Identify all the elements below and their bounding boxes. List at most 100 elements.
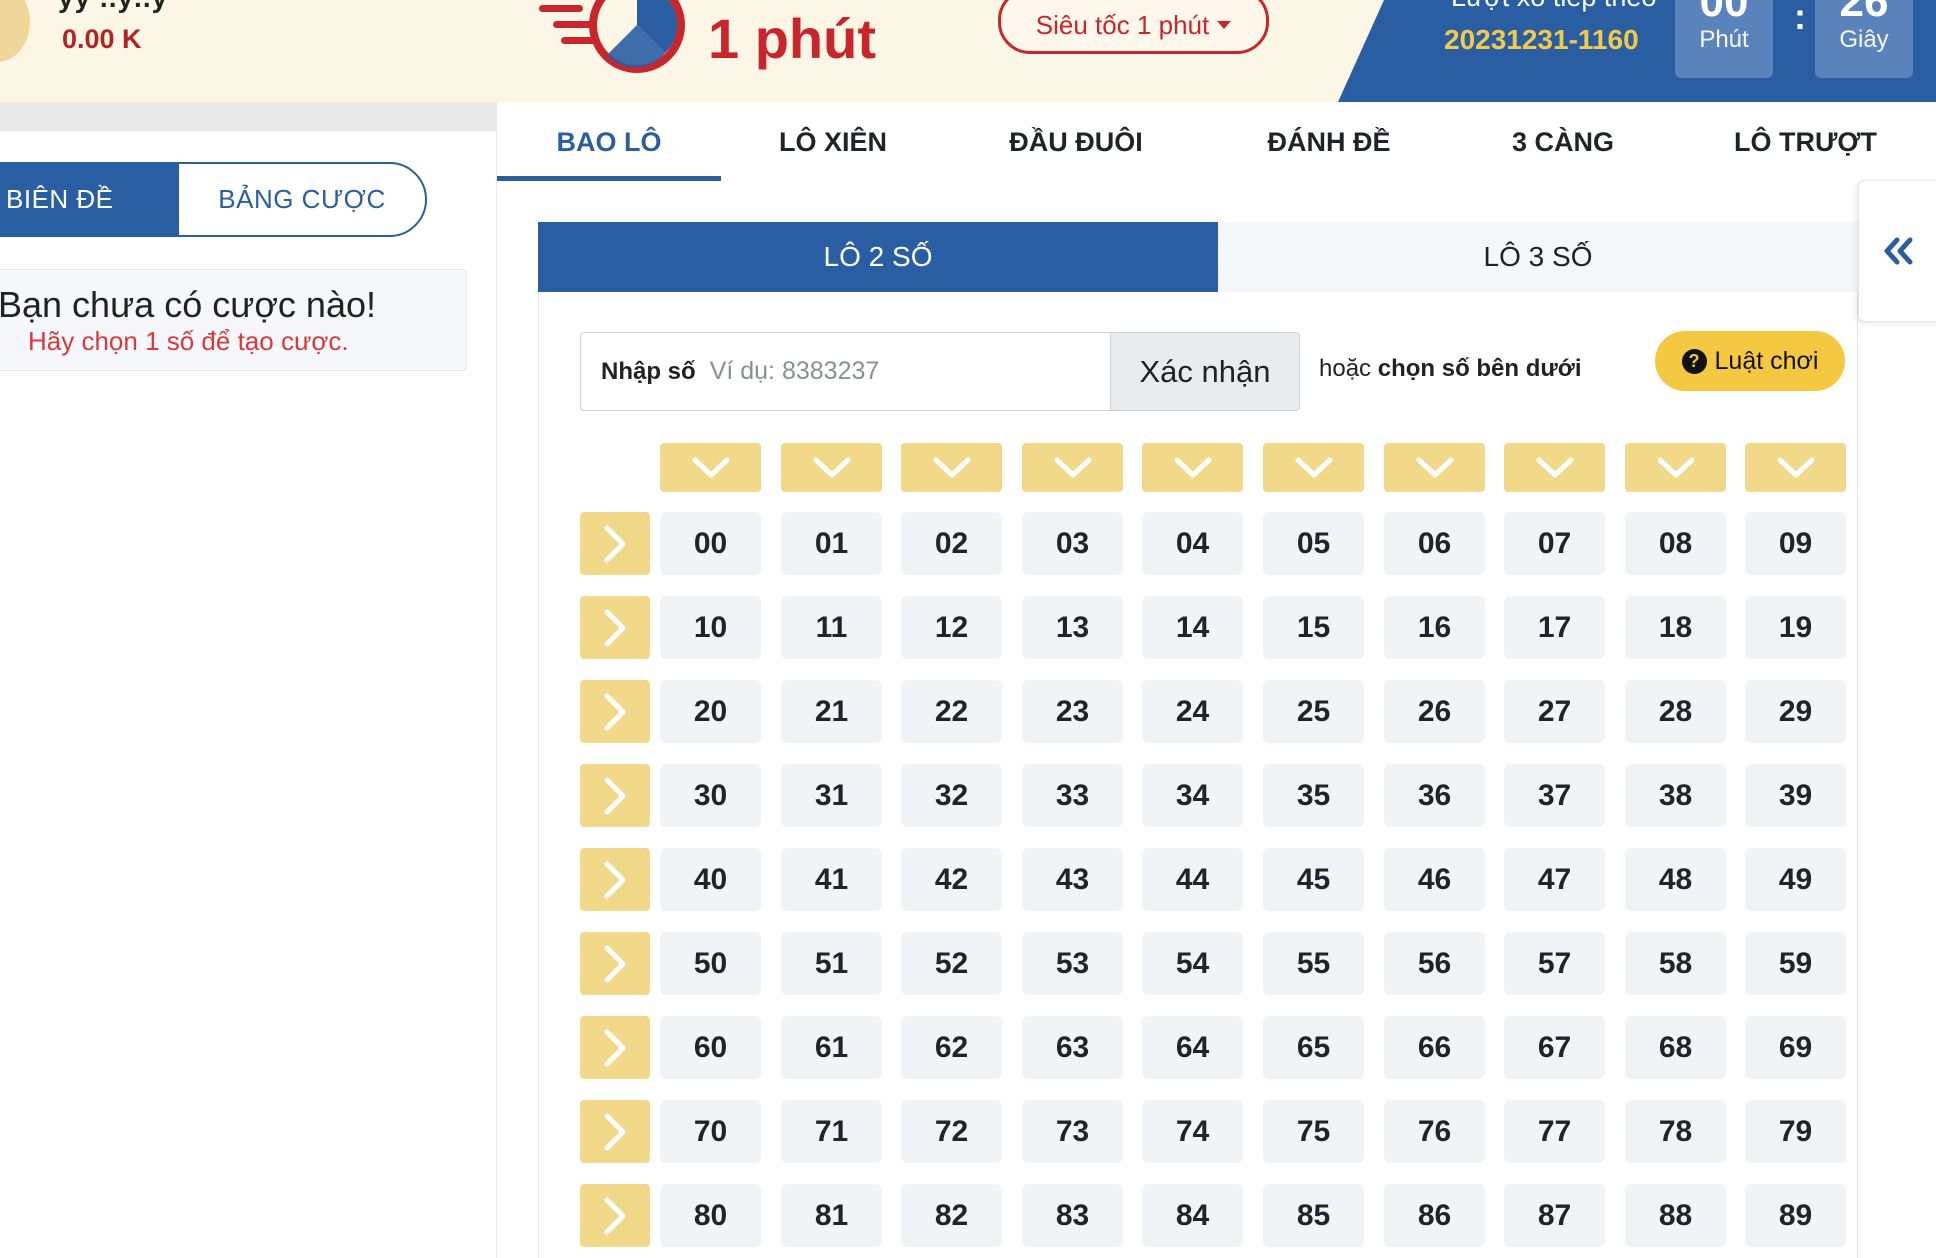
number-cell[interactable]: 84 (1142, 1184, 1243, 1247)
number-cell[interactable]: 31 (781, 764, 882, 827)
select-row-button[interactable] (580, 932, 650, 995)
select-column-button[interactable] (1022, 443, 1123, 492)
number-cell[interactable]: 71 (781, 1100, 882, 1163)
select-row-button[interactable] (580, 1016, 650, 1079)
number-cell[interactable]: 10 (660, 596, 761, 659)
number-cell[interactable]: 18 (1625, 596, 1726, 659)
number-cell[interactable]: 77 (1504, 1100, 1605, 1163)
select-column-button[interactable] (1142, 443, 1243, 492)
number-cell[interactable]: 08 (1625, 512, 1726, 575)
select-column-button[interactable] (1504, 443, 1605, 492)
number-cell[interactable]: 54 (1142, 932, 1243, 995)
number-cell[interactable]: 39 (1745, 764, 1846, 827)
select-row-button[interactable] (580, 596, 650, 659)
number-cell[interactable]: 43 (1022, 848, 1123, 911)
select-column-button[interactable] (781, 443, 882, 492)
number-cell[interactable]: 15 (1263, 596, 1364, 659)
number-cell[interactable]: 75 (1263, 1100, 1364, 1163)
select-column-button[interactable] (1263, 443, 1364, 492)
select-row-button[interactable] (580, 1184, 650, 1247)
select-row-button[interactable] (580, 764, 650, 827)
tab-3-cang[interactable]: 3 CÀNG (1451, 103, 1675, 181)
number-cell[interactable]: 07 (1504, 512, 1605, 575)
number-cell[interactable]: 73 (1022, 1100, 1123, 1163)
number-cell[interactable]: 16 (1384, 596, 1485, 659)
number-cell[interactable]: 03 (1022, 512, 1123, 575)
number-cell[interactable]: 26 (1384, 680, 1485, 743)
tab-bao-lo[interactable]: BAO LÔ (497, 103, 721, 181)
number-cell[interactable]: 78 (1625, 1100, 1726, 1163)
tab-bien-de[interactable]: BIÊN ĐỀ (0, 164, 179, 235)
number-cell[interactable]: 32 (901, 764, 1002, 827)
number-cell[interactable]: 30 (660, 764, 761, 827)
rules-button[interactable]: ? Luật chơi (1655, 331, 1845, 391)
number-cell[interactable]: 12 (901, 596, 1002, 659)
tab-lo-truot[interactable]: LÔ TRƯỢT (1675, 103, 1936, 181)
number-cell[interactable]: 34 (1142, 764, 1243, 827)
select-row-button[interactable] (580, 848, 650, 911)
number-cell[interactable]: 00 (660, 512, 761, 575)
number-cell[interactable]: 25 (1263, 680, 1364, 743)
number-cell[interactable]: 35 (1263, 764, 1364, 827)
number-cell[interactable]: 64 (1142, 1016, 1243, 1079)
number-cell[interactable]: 79 (1745, 1100, 1846, 1163)
select-column-button[interactable] (1745, 443, 1846, 492)
speed-select[interactable]: Siêu tốc 1 phút (998, 0, 1269, 54)
number-cell[interactable]: 46 (1384, 848, 1485, 911)
number-cell[interactable]: 28 (1625, 680, 1726, 743)
number-cell[interactable]: 27 (1504, 680, 1605, 743)
number-cell[interactable]: 74 (1142, 1100, 1243, 1163)
number-cell[interactable]: 62 (901, 1016, 1002, 1079)
tab-danh-de[interactable]: ĐÁNH ĐỀ (1207, 103, 1451, 181)
number-cell[interactable]: 41 (781, 848, 882, 911)
number-cell[interactable]: 19 (1745, 596, 1846, 659)
number-cell[interactable]: 29 (1745, 680, 1846, 743)
select-row-button[interactable] (580, 512, 650, 575)
number-cell[interactable]: 13 (1022, 596, 1123, 659)
number-cell[interactable]: 55 (1263, 932, 1364, 995)
number-cell[interactable]: 57 (1504, 932, 1605, 995)
tab-bang-cuoc[interactable]: BẢNG CƯỢC (179, 164, 425, 235)
number-cell[interactable]: 33 (1022, 764, 1123, 827)
number-cell[interactable]: 68 (1625, 1016, 1726, 1079)
tab-dau-duoi[interactable]: ĐẦU ĐUÔI (945, 103, 1207, 181)
number-cell[interactable]: 05 (1263, 512, 1364, 575)
number-cell[interactable]: 82 (901, 1184, 1002, 1247)
number-cell[interactable]: 63 (1022, 1016, 1123, 1079)
select-column-button[interactable] (1625, 443, 1726, 492)
number-cell[interactable]: 87 (1504, 1184, 1605, 1247)
number-cell[interactable]: 24 (1142, 680, 1243, 743)
number-cell[interactable]: 83 (1022, 1184, 1123, 1247)
number-cell[interactable]: 38 (1625, 764, 1726, 827)
number-cell[interactable]: 69 (1745, 1016, 1846, 1079)
number-cell[interactable]: 37 (1504, 764, 1605, 827)
tab-lo-xien[interactable]: LÔ XIÊN (721, 103, 945, 181)
select-column-button[interactable] (901, 443, 1002, 492)
number-cell[interactable]: 52 (901, 932, 1002, 995)
number-cell[interactable]: 20 (660, 680, 761, 743)
number-cell[interactable]: 02 (901, 512, 1002, 575)
number-cell[interactable]: 81 (781, 1184, 882, 1247)
number-cell[interactable]: 21 (781, 680, 882, 743)
number-cell[interactable]: 48 (1625, 848, 1726, 911)
number-cell[interactable]: 59 (1745, 932, 1846, 995)
number-cell[interactable]: 50 (660, 932, 761, 995)
number-cell[interactable]: 09 (1745, 512, 1846, 575)
number-cell[interactable]: 06 (1384, 512, 1485, 575)
number-cell[interactable]: 04 (1142, 512, 1243, 575)
number-cell[interactable]: 60 (660, 1016, 761, 1079)
number-cell[interactable]: 44 (1142, 848, 1243, 911)
number-cell[interactable]: 89 (1745, 1184, 1846, 1247)
number-cell[interactable]: 58 (1625, 932, 1726, 995)
number-cell[interactable]: 67 (1504, 1016, 1605, 1079)
number-cell[interactable]: 47 (1504, 848, 1605, 911)
select-column-button[interactable] (1384, 443, 1485, 492)
number-cell[interactable]: 76 (1384, 1100, 1485, 1163)
number-cell[interactable]: 51 (781, 932, 882, 995)
number-cell[interactable]: 66 (1384, 1016, 1485, 1079)
number-cell[interactable]: 49 (1745, 848, 1846, 911)
number-cell[interactable]: 11 (781, 596, 882, 659)
select-column-button[interactable] (660, 443, 761, 492)
number-cell[interactable]: 23 (1022, 680, 1123, 743)
number-cell[interactable]: 72 (901, 1100, 1002, 1163)
